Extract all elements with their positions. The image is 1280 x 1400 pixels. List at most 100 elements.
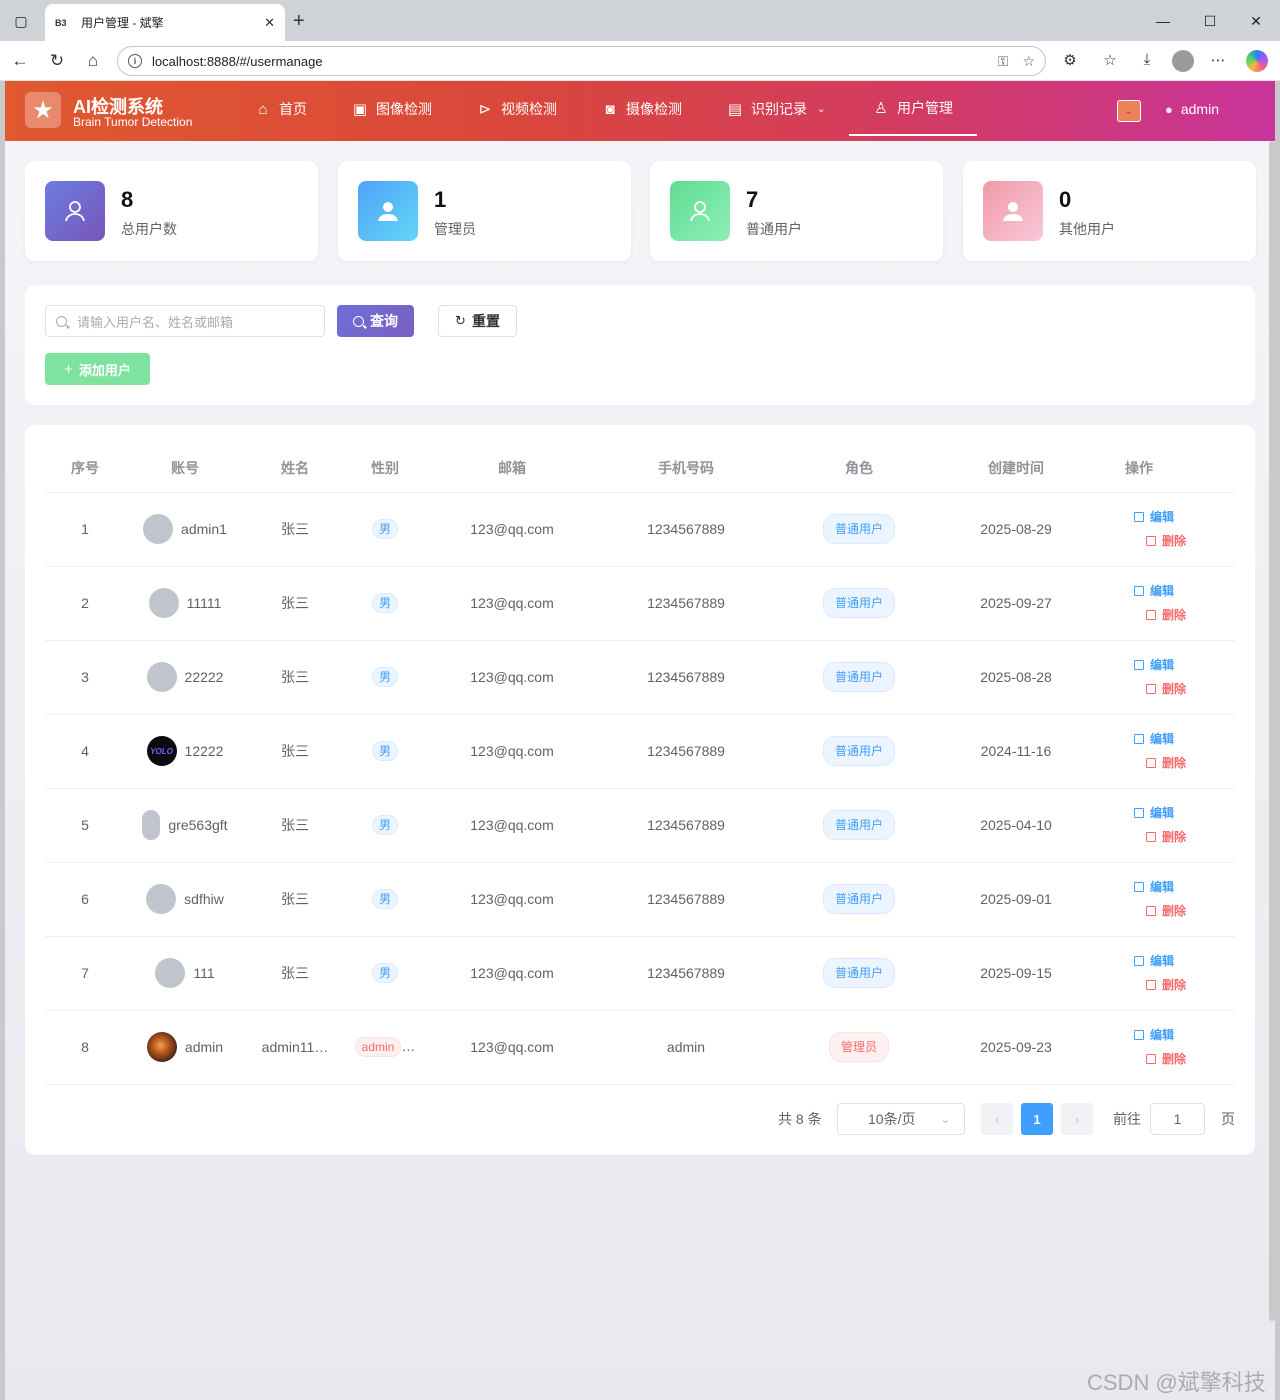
col-phone: 手机号码 bbox=[599, 445, 773, 493]
edit-button[interactable]: 编辑 bbox=[1133, 727, 1174, 751]
stat-normal-users: 7 普通用户 bbox=[650, 161, 943, 261]
nav-camera-detect[interactable]: ◙ 摄像检测 bbox=[602, 81, 682, 137]
watermark: CSDN @斌擎科技 bbox=[1087, 1370, 1266, 1395]
cell-actions: 编辑 删除 bbox=[1087, 566, 1235, 641]
new-tab-icon[interactable]: + bbox=[293, 10, 305, 32]
favorites-icon[interactable]: ☆ bbox=[1100, 51, 1120, 69]
edit-button[interactable]: 编辑 bbox=[1133, 1023, 1174, 1047]
account-text: 22222 bbox=[184, 669, 224, 685]
cell-index: 7 bbox=[45, 936, 125, 1011]
notification-icon[interactable]: ⌄ bbox=[1117, 100, 1141, 122]
edit-button[interactable]: 编辑 bbox=[1133, 949, 1174, 973]
favorite-star-icon[interactable]: ☆ bbox=[1022, 53, 1035, 70]
cell-actions: 编辑 删除 bbox=[1087, 640, 1235, 715]
nav-user-manage[interactable]: ♙ 用户管理 bbox=[849, 81, 977, 136]
copilot-icon[interactable] bbox=[1246, 50, 1268, 72]
trash-icon bbox=[1145, 536, 1156, 546]
scrollbar[interactable] bbox=[1269, 141, 1275, 1321]
delete-button[interactable]: 删除 bbox=[1145, 603, 1186, 627]
refresh-icon[interactable]: ↻ bbox=[46, 50, 68, 72]
stat-value: 8 bbox=[121, 187, 134, 212]
site-info-icon[interactable]: i bbox=[128, 54, 142, 68]
delete-button[interactable]: 删除 bbox=[1145, 529, 1186, 553]
cell-account: admin1 bbox=[125, 492, 245, 567]
user-dropdown[interactable]: ● admin bbox=[1165, 101, 1219, 117]
delete-button[interactable]: 删除 bbox=[1145, 899, 1186, 923]
delete-label: 删除 bbox=[1161, 978, 1186, 992]
page-1-button[interactable]: 1 bbox=[1021, 1103, 1053, 1135]
stat-label: 普通用户 bbox=[746, 221, 802, 237]
trash-icon bbox=[1145, 980, 1156, 990]
edit-button[interactable]: 编辑 bbox=[1133, 579, 1174, 603]
delete-button[interactable]: 删除 bbox=[1145, 1047, 1186, 1071]
delete-label: 删除 bbox=[1161, 830, 1186, 844]
delete-label: 删除 bbox=[1161, 756, 1186, 770]
cell-account: 111 bbox=[125, 936, 245, 1011]
header-username: admin bbox=[1180, 101, 1219, 117]
downloads-icon[interactable]: ⤓ bbox=[1137, 51, 1157, 68]
user-avatar-icon: ● bbox=[1165, 101, 1173, 117]
cell-created: 2025-04-10 bbox=[945, 788, 1087, 863]
tab-title: 用户管理 - 斌擎 bbox=[81, 16, 164, 30]
camera-icon: ◙ bbox=[605, 100, 615, 118]
table-row: 1 admin1 张三 男 123@qq.com 1234567889 普通用户… bbox=[45, 492, 1235, 567]
browser-tab[interactable]: B3 用户管理 - 斌擎 ✕ bbox=[45, 4, 285, 41]
delete-button[interactable]: 删除 bbox=[1145, 677, 1186, 701]
gender-tag: 男 bbox=[371, 889, 398, 909]
role-tag: 普通用户 bbox=[822, 588, 895, 618]
key-icon[interactable]: ⚿ bbox=[998, 53, 1009, 70]
nav-image-detect[interactable]: ▣ 图像检测 bbox=[352, 81, 432, 137]
nav-records[interactable]: ▤ 识别记录 ⌄ bbox=[727, 81, 825, 137]
cell-phone: 1234567889 bbox=[599, 862, 773, 937]
play-circle-icon: ⊳ bbox=[478, 101, 492, 118]
profile-avatar[interactable] bbox=[1172, 50, 1194, 72]
stat-label: 管理员 bbox=[434, 221, 476, 237]
plus-icon: + bbox=[64, 360, 73, 378]
back-icon[interactable]: ← bbox=[9, 50, 31, 72]
edit-label: 编辑 bbox=[1149, 806, 1174, 820]
goto-page-input[interactable]: 1 bbox=[1150, 1103, 1205, 1135]
search-input[interactable]: 请输入用户名、姓名或邮箱 bbox=[45, 305, 325, 337]
account-text: admin bbox=[184, 1039, 224, 1055]
minimize-icon[interactable]: — bbox=[1152, 10, 1174, 32]
cell-actions: 编辑 删除 bbox=[1087, 862, 1235, 937]
maximize-icon[interactable]: ☐ bbox=[1199, 10, 1221, 32]
more-menu-icon[interactable]: ⋯ bbox=[1208, 51, 1228, 69]
edit-button[interactable]: 编辑 bbox=[1133, 801, 1174, 825]
trash-icon bbox=[1145, 758, 1156, 768]
edit-button[interactable]: 编辑 bbox=[1133, 653, 1174, 677]
cell-gender: 男 bbox=[345, 640, 425, 715]
goto-value: 1 bbox=[1173, 1111, 1182, 1127]
cell-phone: 1234567889 bbox=[599, 714, 773, 789]
avatar: YOLO bbox=[146, 736, 177, 766]
role-tag: 普通用户 bbox=[822, 736, 895, 766]
delete-button[interactable]: 删除 bbox=[1145, 751, 1186, 775]
close-window-icon[interactable]: ✕ bbox=[1245, 10, 1267, 32]
user-outline-icon bbox=[670, 181, 730, 241]
cell-email: 123@qq.com bbox=[425, 714, 599, 789]
url-field[interactable]: i localhost:8888/#/usermanage ⚿ ☆ bbox=[117, 46, 1046, 76]
edit-button[interactable]: 编辑 bbox=[1133, 505, 1174, 529]
page-size-select[interactable]: 10条/页 ⌄ bbox=[837, 1103, 965, 1135]
gender-tag: admin bbox=[354, 1037, 402, 1057]
next-page-button[interactable]: › bbox=[1061, 1103, 1093, 1135]
cell-email: 123@qq.com bbox=[425, 492, 599, 567]
nav-home[interactable]: ⌂ 首页 bbox=[255, 81, 307, 137]
extensions-icon[interactable]: ⚙ bbox=[1060, 51, 1080, 69]
cell-email: 123@qq.com bbox=[425, 1010, 599, 1085]
nav-video-detect[interactable]: ⊳ 视频检测 bbox=[477, 81, 557, 137]
close-tab-icon[interactable]: ✕ bbox=[264, 15, 275, 31]
delete-button[interactable]: 删除 bbox=[1145, 825, 1186, 849]
delete-button[interactable]: 删除 bbox=[1145, 973, 1186, 997]
prev-page-button[interactable]: ‹ bbox=[981, 1103, 1013, 1135]
tab-actions-icon[interactable]: ▢ bbox=[10, 10, 32, 32]
cell-role: 普通用户 bbox=[773, 788, 945, 863]
edit-icon bbox=[1133, 956, 1144, 966]
edit-button[interactable]: 编辑 bbox=[1133, 875, 1174, 899]
cell-account: sdfhiw bbox=[125, 862, 245, 937]
add-user-button[interactable]: + 添加用户 bbox=[45, 353, 150, 385]
reset-button[interactable]: ↻ 重置 bbox=[438, 305, 517, 337]
query-button[interactable]: 查询 bbox=[337, 305, 414, 337]
edit-label: 编辑 bbox=[1149, 732, 1174, 746]
home-browser-icon[interactable]: ⌂ bbox=[82, 50, 104, 72]
